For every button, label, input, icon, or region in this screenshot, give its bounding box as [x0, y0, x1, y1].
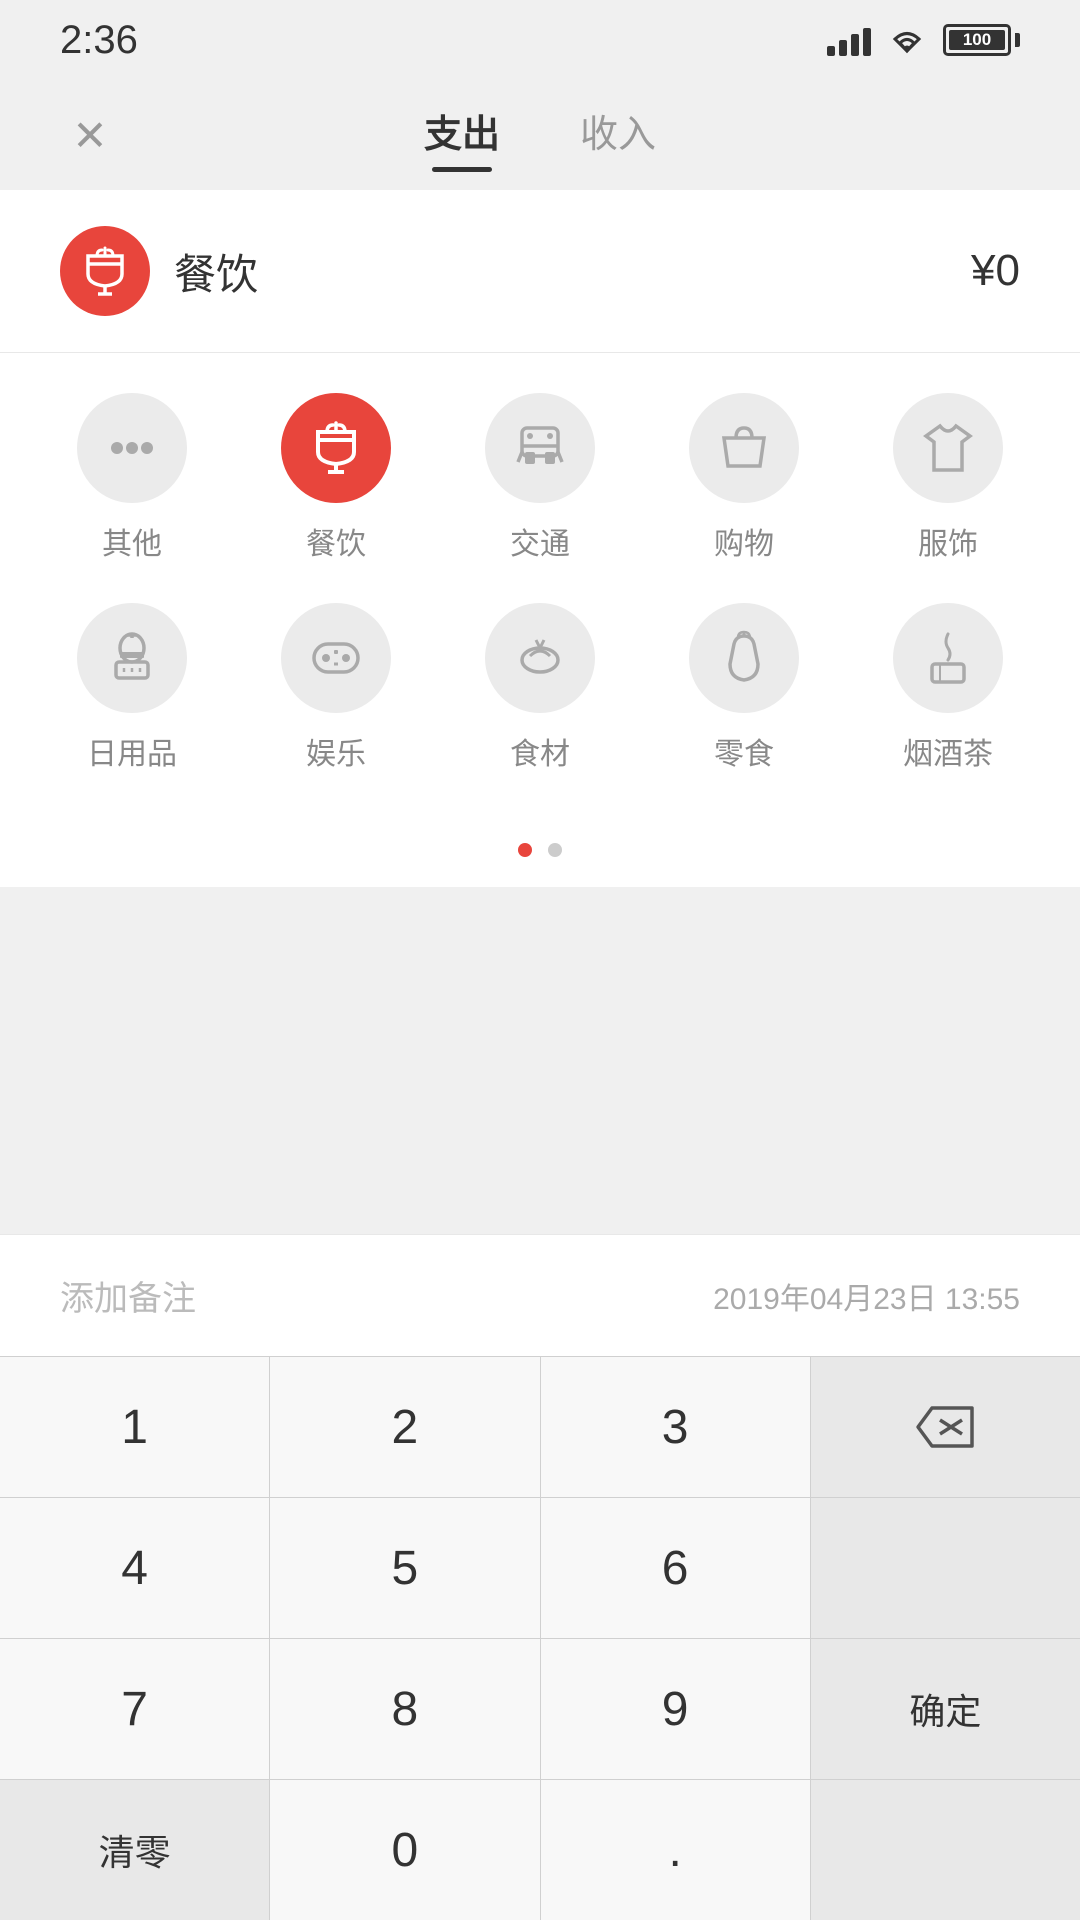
keypad: 1 2 3 4 5 6 7 8 9 确定 清零 [0, 1356, 1080, 1920]
note-bar: 添加备注 2019年04月23日 13:55 [0, 1234, 1080, 1356]
snacks-icon-circle [689, 603, 799, 713]
note-date: 2019年04月23日 13:55 [713, 1274, 1020, 1318]
signal-icon [827, 24, 871, 56]
key-backspace[interactable] [811, 1357, 1080, 1497]
selected-category-name: 餐饮 [174, 241, 258, 302]
key-7[interactable]: 7 [0, 1639, 270, 1779]
key-3[interactable]: 3 [541, 1357, 811, 1497]
key-2[interactable]: 2 [270, 1357, 540, 1497]
transport-icon-circle [485, 393, 595, 503]
keypad-row-4: 清零 0 . [0, 1779, 1080, 1920]
category-item-entertainment[interactable]: 娱乐 [256, 603, 416, 773]
close-button[interactable]: ✕ [60, 105, 120, 165]
status-icons: 100 [827, 24, 1020, 56]
clothing-label: 服饰 [918, 519, 978, 563]
category-amount: ¥0 [971, 246, 1020, 296]
category-item-other[interactable]: 其他 [52, 393, 212, 563]
shopping-icon-circle [689, 393, 799, 503]
key-empty-2 [811, 1780, 1080, 1920]
key-1[interactable]: 1 [0, 1357, 270, 1497]
key-empty-1 [811, 1498, 1080, 1638]
status-time: 2:36 [60, 18, 138, 63]
keypad-row-1: 1 2 3 [0, 1356, 1080, 1497]
dot-2 [548, 843, 562, 857]
key-clear[interactable]: 清零 [0, 1780, 270, 1920]
wifi-icon [887, 25, 927, 55]
other-icon-circle [77, 393, 187, 503]
clothing-icon-circle [893, 393, 1003, 503]
tobacco-icon-circle [893, 603, 1003, 713]
tabs: 支出 收入 [424, 103, 656, 168]
groceries-icon-circle [485, 603, 595, 713]
entertainment-icon-circle [281, 603, 391, 713]
entertainment-label: 娱乐 [306, 729, 366, 773]
keypad-row-2: 4 5 6 [0, 1497, 1080, 1638]
groceries-label: 食材 [510, 729, 570, 773]
page-dots [0, 833, 1080, 887]
key-4[interactable]: 4 [0, 1498, 270, 1638]
category-item-groceries[interactable]: 食材 [460, 603, 620, 773]
dot-1 [518, 843, 532, 857]
transport-label: 交通 [510, 519, 570, 563]
key-0[interactable]: 0 [270, 1780, 540, 1920]
category-item-clothing[interactable]: 服饰 [868, 393, 1028, 563]
category-grid: 其他 餐饮 [0, 353, 1080, 833]
key-6[interactable]: 6 [541, 1498, 811, 1638]
key-8[interactable]: 8 [270, 1639, 540, 1779]
other-label: 其他 [102, 519, 162, 563]
category-header: 餐饮 ¥0 [0, 190, 1080, 353]
empty-area [0, 887, 1080, 1234]
keypad-row-3: 7 8 9 确定 [0, 1638, 1080, 1779]
daily-label: 日用品 [87, 729, 177, 773]
battery-icon: 100 [943, 24, 1020, 56]
shopping-label: 购物 [714, 519, 774, 563]
daily-icon-circle [77, 603, 187, 713]
snacks-label: 零食 [714, 729, 774, 773]
key-9[interactable]: 9 [541, 1639, 811, 1779]
tab-income[interactable]: 收入 [580, 103, 656, 168]
tobacco-label: 烟酒茶 [903, 729, 993, 773]
key-confirm[interactable]: 确定 [811, 1639, 1080, 1779]
category-item-transport[interactable]: 交通 [460, 393, 620, 563]
category-item-daily[interactable]: 日用品 [52, 603, 212, 773]
category-item-shopping[interactable]: 购物 [664, 393, 824, 563]
category-item-tobacco[interactable]: 烟酒茶 [868, 603, 1028, 773]
key-dot[interactable]: . [541, 1780, 811, 1920]
note-input[interactable]: 添加备注 [60, 1271, 196, 1320]
category-item-snacks[interactable]: 零食 [664, 603, 824, 773]
category-row-1: 其他 餐饮 [30, 393, 1050, 563]
food-icon-circle [281, 393, 391, 503]
close-icon: ✕ [72, 111, 107, 160]
header: ✕ 支出 收入 [0, 80, 1080, 190]
food-label: 餐饮 [306, 519, 366, 563]
category-item-food[interactable]: 餐饮 [256, 393, 416, 563]
category-left: 餐饮 [60, 226, 258, 316]
status-bar: 2:36 100 [0, 0, 1080, 80]
backspace-icon [910, 1402, 980, 1452]
tab-expense[interactable]: 支出 [424, 103, 500, 168]
selected-category-icon [60, 226, 150, 316]
key-5[interactable]: 5 [270, 1498, 540, 1638]
category-row-2: 日用品 娱乐 [30, 603, 1050, 773]
